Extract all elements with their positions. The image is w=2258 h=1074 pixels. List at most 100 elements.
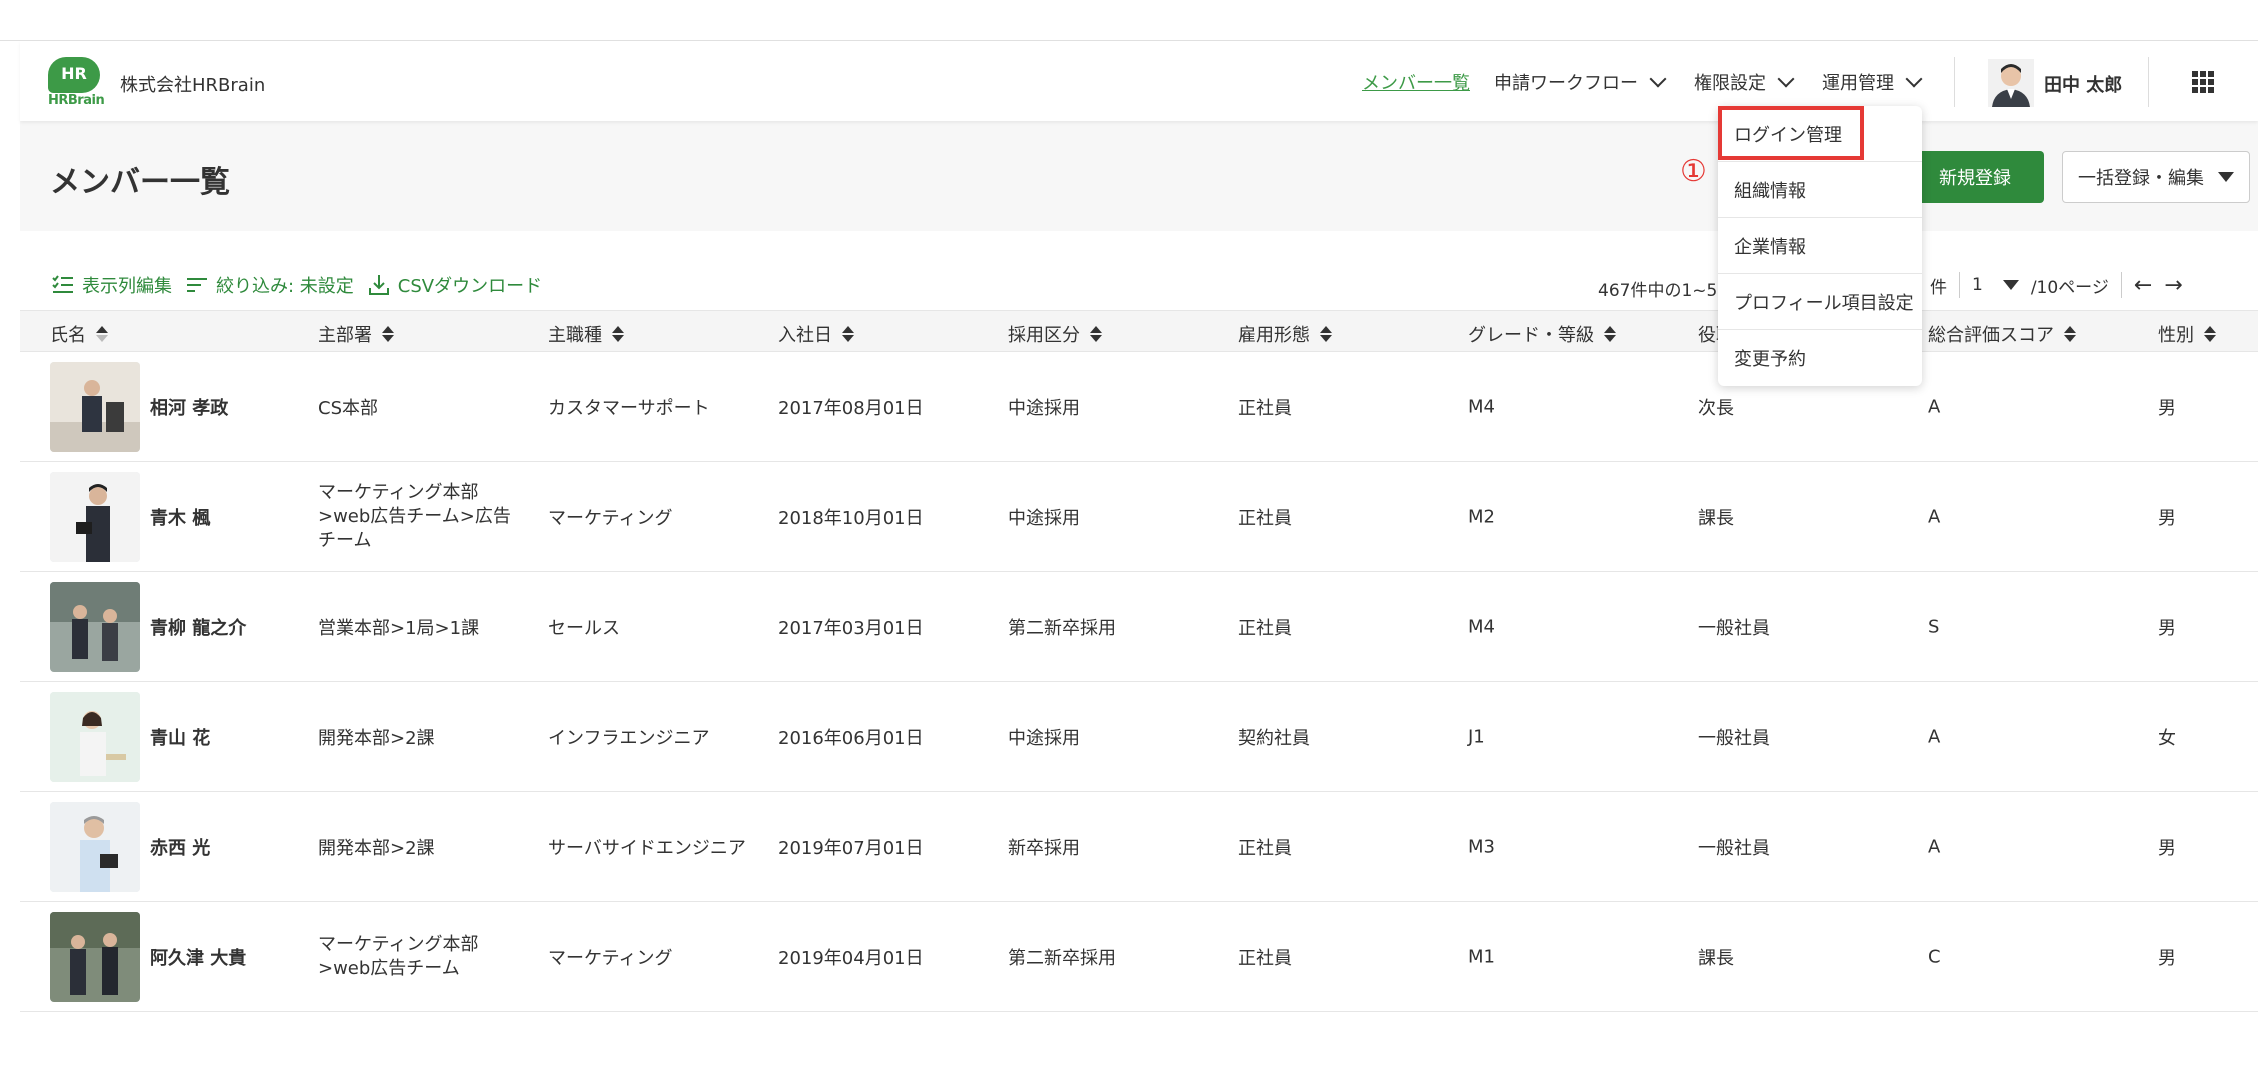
annotation-highlight-box — [1718, 106, 1864, 160]
menu-item-company[interactable]: 企業情報 — [1718, 218, 1922, 274]
column-list-icon — [52, 275, 73, 293]
member-dept: マーケティング本部>web広告チーム — [318, 933, 479, 979]
bulk-edit-label: 一括登録・編集 — [2078, 168, 2204, 189]
table-row[interactable]: 青木 楓 マーケティング本部>web広告チーム>広告チーム マーケティング 20… — [20, 462, 2258, 572]
member-photo[interactable] — [50, 692, 140, 782]
company-name: 株式会社HRBrain — [120, 75, 266, 96]
annotation-step-marker: ① — [1680, 154, 1707, 189]
col-grade-label: グレード・等級 — [1468, 325, 1594, 346]
member-joined: 2016年06月01日 — [778, 727, 924, 749]
member-name[interactable]: 相河 孝政 — [150, 394, 228, 420]
bulk-edit-button[interactable]: 一括登録・編集 — [2062, 151, 2250, 203]
user-name[interactable]: 田中 太郎 — [2044, 71, 2122, 97]
table-row[interactable]: 阿久津 大貴 マーケティング本部>web広告チーム マーケティング 2019年0… — [20, 902, 2258, 1012]
header-divider — [1954, 57, 1955, 107]
filter-button[interactable]: 絞り込み: 未設定 — [186, 272, 354, 298]
member-gender: 女 — [2158, 727, 2176, 749]
sort-icon — [1320, 326, 1332, 342]
member-score: S — [1928, 616, 1940, 637]
member-photo[interactable] — [50, 362, 140, 452]
sort-icon — [612, 326, 624, 342]
app-grid-icon[interactable] — [2192, 71, 2214, 93]
member-hire: 中途採用 — [1008, 507, 1080, 529]
page-select[interactable]: 1 — [1972, 275, 2019, 295]
nav-workflow[interactable]: 申請ワークフロー — [1494, 69, 1667, 95]
table-row[interactable]: 青柳 龍之介 営業本部>1局>1課 セールス 2017年03月01日 第二新卒採… — [20, 572, 2258, 682]
member-score: C — [1928, 946, 1941, 967]
member-employment: 正社員 — [1238, 947, 1292, 969]
member-position: 次長 — [1698, 397, 1734, 419]
member-photo[interactable] — [50, 802, 140, 892]
member-name[interactable]: 阿久津 大貴 — [150, 944, 246, 970]
member-dept: 開発本部>2課 — [318, 727, 435, 749]
member-gender: 男 — [2158, 837, 2176, 859]
pager: 件 1 /10ページ ← → — [1930, 272, 2183, 298]
col-score[interactable]: 総合評価スコア — [1928, 321, 2076, 347]
menu-item-profile-fields[interactable]: プロフィール項目設定 — [1718, 274, 1922, 330]
col-hire[interactable]: 採用区分 — [1008, 321, 1102, 347]
col-employment[interactable]: 雇用形態 — [1238, 321, 1332, 347]
col-joined[interactable]: 入社日 — [778, 321, 854, 347]
sort-icon — [2064, 326, 2076, 342]
nav-member-list-label: メンバー一覧 — [1362, 73, 1470, 94]
member-hire: 新卒採用 — [1008, 837, 1080, 859]
csv-download-button[interactable]: CSVダウンロード — [368, 272, 542, 298]
sort-icon — [2204, 326, 2216, 342]
member-score: A — [1928, 836, 1941, 857]
column-edit-button[interactable]: 表示列編集 — [52, 272, 172, 298]
member-photo[interactable] — [50, 582, 140, 672]
member-hire: 第二新卒採用 — [1008, 947, 1116, 969]
member-name[interactable]: 青木 楓 — [150, 504, 210, 530]
member-job: インフラエンジニア — [548, 727, 710, 749]
hrbrain-logo[interactable]: HR HRBrain — [48, 57, 105, 108]
table-row[interactable]: 相河 孝政 CS本部 カスタマーサポート 2017年08月01日 中途採用 正社… — [20, 352, 2258, 462]
member-gender: 男 — [2158, 947, 2176, 969]
member-position: 一般社員 — [1698, 837, 1770, 859]
member-employment: 正社員 — [1238, 507, 1292, 529]
member-name[interactable]: 青柳 龍之介 — [150, 614, 246, 640]
app-header: HR HRBrain 株式会社HRBrain メンバー一覧 申請ワークフロー 権… — [20, 41, 2258, 121]
nav-permissions[interactable]: 権限設定 — [1694, 69, 1795, 95]
per-page-suffix: 件 — [1930, 277, 1947, 298]
member-score: A — [1928, 396, 1941, 417]
column-edit-label: 表示列編集 — [82, 276, 172, 297]
member-photo[interactable] — [50, 472, 140, 562]
member-employment: 契約社員 — [1238, 727, 1310, 749]
member-grade: M4 — [1468, 396, 1495, 417]
record-count: 467件中の1~50 — [1598, 281, 1729, 301]
col-name[interactable]: 氏名 — [50, 321, 108, 347]
next-page-icon[interactable]: → — [2164, 273, 2182, 298]
chevron-down-icon — [1905, 70, 1923, 88]
col-score-label: 総合評価スコア — [1928, 325, 2054, 346]
table-row[interactable]: 赤西 光 開発本部>2課 サーバサイドエンジニア 2019年07月01日 新卒採… — [20, 792, 2258, 902]
member-position: 課長 — [1698, 507, 1734, 529]
col-gender-label: 性別 — [2158, 325, 2194, 346]
col-hire-label: 採用区分 — [1008, 325, 1080, 346]
col-employment-label: 雇用形態 — [1238, 325, 1310, 346]
member-dept: CS本部 — [318, 397, 378, 419]
table-row[interactable]: 青山 花 開発本部>2課 インフラエンジニア 2016年06月01日 中途採用 … — [20, 682, 2258, 792]
pager-divider — [2120, 272, 2122, 298]
nav-member-list[interactable]: メンバー一覧 — [1362, 69, 1470, 95]
member-name[interactable]: 青山 花 — [150, 724, 210, 750]
member-joined: 2019年07月01日 — [778, 837, 924, 859]
nav-operations[interactable]: 運用管理 — [1822, 69, 1923, 95]
member-employment: 正社員 — [1238, 397, 1292, 419]
user-avatar[interactable] — [1988, 59, 2034, 107]
member-name[interactable]: 赤西 光 — [150, 834, 210, 860]
menu-item-organization[interactable]: 組織情報 — [1718, 162, 1922, 218]
sort-icon — [842, 326, 854, 342]
prev-page-icon[interactable]: ← — [2134, 273, 2152, 298]
member-photo[interactable] — [50, 912, 140, 1002]
col-grade[interactable]: グレード・等級 — [1468, 321, 1616, 347]
nav-workflow-label: 申請ワークフロー — [1494, 73, 1638, 94]
col-dept[interactable]: 主部署 — [318, 321, 394, 347]
chevron-down-icon — [1649, 70, 1667, 88]
logo-mark: HR — [48, 57, 100, 93]
col-gender[interactable]: 性別 — [2158, 321, 2216, 347]
member-hire: 中途採用 — [1008, 727, 1080, 749]
table-header: 氏名 主部署 主職種 入社日 採用区分 雇用形態 グレード・等級 役職 総合評価… — [20, 310, 2258, 352]
menu-item-scheduled-changes[interactable]: 変更予約 — [1718, 330, 1922, 386]
col-job[interactable]: 主職種 — [548, 321, 624, 347]
new-register-button[interactable]: 新規登録 — [1906, 151, 2044, 203]
